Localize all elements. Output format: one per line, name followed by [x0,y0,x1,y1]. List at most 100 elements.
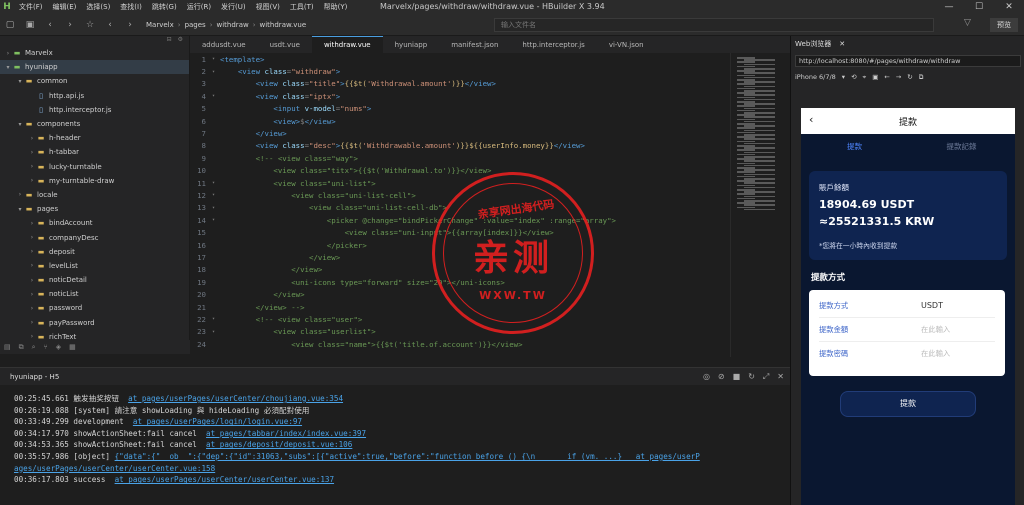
maximize-panel-icon[interactable]: ⤢ [763,372,769,382]
back-arrow-icon[interactable]: ‹ [40,20,60,30]
fold-icon[interactable]: ▾ [212,316,220,322]
tree-item[interactable]: ▾ ▬ common [0,74,189,88]
editor-tab[interactable]: http.interceptor.js [510,36,596,53]
tab-withdraw[interactable]: 提款 [801,141,908,152]
close-icon[interactable]: ✕ [994,0,1024,14]
minimize-icon[interactable]: — [934,0,964,14]
grid-icon[interactable]: ▦ [69,343,76,351]
menu-item[interactable]: 查找(I) [115,2,147,12]
target-icon[interactable]: ◎ [703,372,710,382]
bookmark-icon[interactable]: ☆ [80,20,100,30]
menu-item[interactable]: 帮助(Y) [319,2,353,12]
fold-icon[interactable]: ▾ [212,205,220,211]
fold-icon[interactable]: ▾ [212,56,220,62]
minimap[interactable] [730,53,790,357]
tab-withdraw-records[interactable]: 提款記錄 [908,141,1015,152]
open-external-icon[interactable]: ⧉ [919,73,924,82]
form-row[interactable]: 提款方式 USDT [819,294,995,318]
editor-tab[interactable]: hyuniapp [383,36,440,53]
menu-item[interactable]: 视图(V) [251,2,285,12]
tree-item[interactable]: ▾ ▬ pages [0,202,189,216]
search-icon[interactable]: ⌕ [32,343,36,352]
menu-item[interactable]: 工具(T) [285,2,319,12]
tree-item[interactable]: ▯ http.interceptor.js [0,103,189,117]
tree-item[interactable]: › ▬ h-tabbar [0,145,189,159]
menu-item[interactable]: 选择(S) [81,2,115,12]
back-chevron-icon[interactable]: ‹ [809,113,813,126]
editor-tab[interactable]: addusdt.vue [190,36,258,53]
form-value[interactable]: 在此輸入 [921,325,950,335]
log-link[interactable]: ages/userPages/userCenter/userCenter.vue… [14,464,215,473]
browser-tab-close-icon[interactable]: ✕ [839,40,845,48]
maximize-icon[interactable]: ☐ [964,0,994,14]
stop-icon[interactable]: ■ [733,372,741,382]
inspect-icon[interactable]: ⌖ [863,73,867,82]
editor-tab[interactable]: withdraw.vue [311,36,383,53]
menu-item[interactable]: 文件(F) [14,2,48,12]
branch-icon[interactable]: ⑂ [44,343,48,351]
settings-icon[interactable]: ⚙ [178,36,183,46]
rotate-icon[interactable]: ⟲ [851,73,856,81]
browser-tab-label[interactable]: Web浏览器 [795,39,831,49]
new-file-icon[interactable]: ▢ [0,20,20,30]
fold-icon[interactable]: ▾ [212,69,220,75]
console-tab[interactable]: hyuniapp - H5 [0,368,70,386]
editor-tab[interactable]: manifest.json [439,36,510,53]
url-bar[interactable]: http://localhost:8080/#/pages/withdraw/w… [795,55,1021,67]
tree-item[interactable]: ▾ ▬ hyuniapp [0,60,189,75]
log-link[interactable]: {"data":{"__ob__":{"dep":{"id":31063,"su… [115,452,700,461]
preview-button[interactable]: 预览 [990,18,1018,32]
withdraw-submit-button[interactable]: 提款 [840,391,976,417]
file-search-input[interactable]: 输入文件名 [494,18,934,32]
tree-item[interactable]: ▯ http.api.js [0,89,189,103]
tree-item[interactable]: › ▬ my-turntable-draw [0,174,189,188]
menu-item[interactable]: 运行(R) [182,2,216,12]
editor-tab[interactable]: vi-VN.json [597,36,656,53]
breadcrumb-item[interactable]: Marvelx [146,21,174,29]
fold-icon[interactable]: ▾ [212,180,220,186]
menu-item[interactable]: 跳转(G) [147,2,182,12]
device-select[interactable]: iPhone 6/7/8 [795,73,836,81]
screenshot-icon[interactable]: ▣ [872,73,878,81]
collapse-icon[interactable]: ⊟ [167,36,172,46]
nav-back-icon[interactable]: ‹ [100,20,120,30]
tree-item[interactable]: › ▬ payPassword [0,316,189,330]
refresh-icon[interactable]: ↻ [907,73,912,81]
save-icon[interactable]: ▣ [20,20,40,30]
form-value[interactable]: 在此輸入 [921,349,950,359]
tree-item[interactable]: › ▬ password [0,301,189,315]
tree-item[interactable]: › ▬ Marvelx [0,46,189,60]
breadcrumb-item[interactable]: withdraw.vue [260,21,307,29]
form-value[interactable]: USDT [921,301,943,310]
fold-icon[interactable]: ▾ [212,329,220,335]
tree-item[interactable]: › ▬ deposit [0,245,189,259]
device-dropdown-icon[interactable]: ▾ [842,73,845,81]
log-link[interactable]: at pages/tabbar/index/index.vue:397 [206,429,366,438]
fold-icon[interactable]: ▾ [212,93,220,99]
debug-icon[interactable]: ◈ [56,343,61,351]
tree-item[interactable]: › ▬ noticDetail [0,273,189,287]
menu-item[interactable]: 发行(U) [216,2,251,12]
back-icon[interactable]: ← [884,73,889,81]
tree-item[interactable]: › ▬ richText [0,330,189,340]
tree-item[interactable]: › ▬ lucky-turntable [0,160,189,174]
editor-tab[interactable]: usdt.vue [258,36,312,53]
folder-icon[interactable]: ▤ [4,343,11,351]
fold-icon[interactable]: ▾ [212,217,220,223]
log-link[interactable]: at pages/userPages/userCenter/choujiang.… [128,394,343,403]
tree-item[interactable]: › ▬ bindAccount [0,216,189,230]
log-link[interactable]: at pages/userPages/login/login.vue:97 [133,417,302,426]
form-row[interactable]: 提款密碼 在此輸入 [819,342,995,366]
forward-icon[interactable]: → [896,73,901,81]
close-panel-icon[interactable]: ✕ [777,372,784,382]
tree-item[interactable]: › ▬ noticList [0,287,189,301]
tree-item[interactable]: › ▬ levelList [0,259,189,273]
forward-arrow-icon[interactable]: › [60,20,80,30]
tree-item[interactable]: ▾ ▬ components [0,117,189,131]
menu-item[interactable]: 编辑(E) [48,2,82,12]
tree-item[interactable]: › ▬ locale [0,188,189,202]
copy-icon[interactable]: ⧉ [19,343,24,352]
clear-icon[interactable]: ⊘ [718,372,725,382]
restart-icon[interactable]: ↻ [748,372,755,382]
log-link[interactable]: at pages/userPages/userCenter/userCenter… [115,475,334,484]
